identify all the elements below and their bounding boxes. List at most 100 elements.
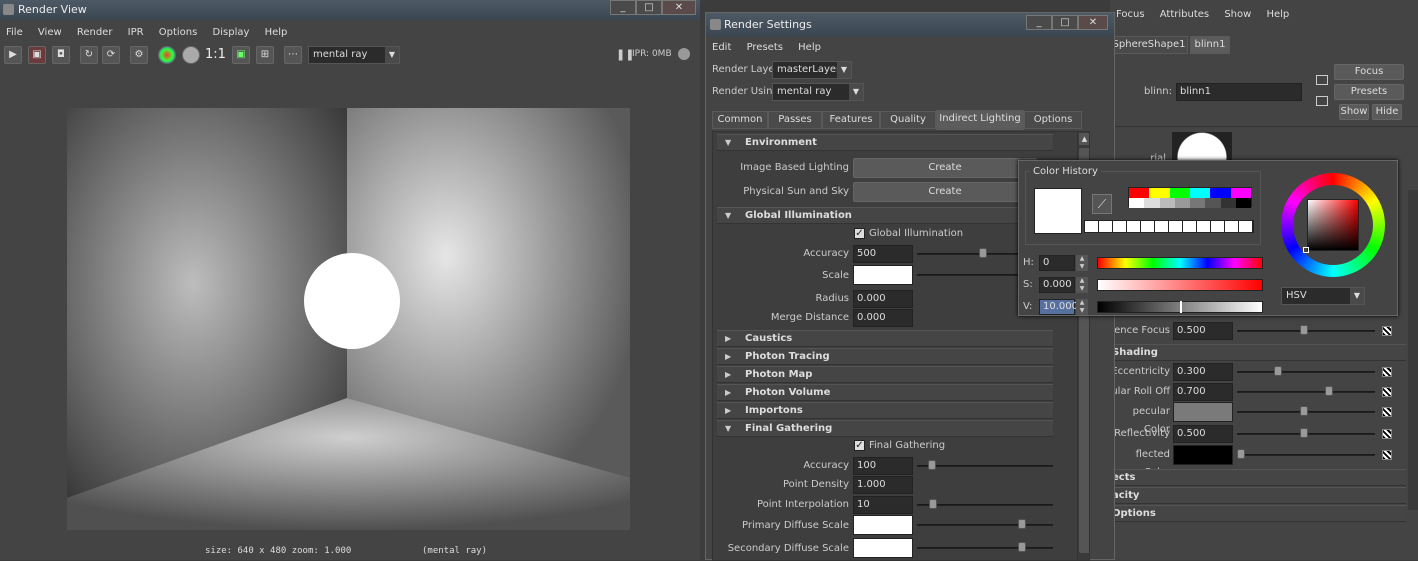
render-layer-dropdown[interactable]: masterLayer ▼ <box>772 61 852 79</box>
gi-radius-field[interactable]: 0.000 <box>853 290 913 308</box>
gi-checkbox[interactable]: ✓ <box>854 228 865 239</box>
value-slider[interactable] <box>1097 301 1263 313</box>
fg-accuracy-knob[interactable] <box>928 460 936 470</box>
specular-color-knob[interactable] <box>1300 406 1308 416</box>
gi-accuracy-knob[interactable] <box>979 248 987 258</box>
merge-distance-field[interactable]: 0.000 <box>853 309 913 327</box>
importons-header[interactable]: ▶ Importons <box>717 402 1053 419</box>
render-settings-icon[interactable]: ⚙ <box>130 46 148 64</box>
palette-gray-6[interactable] <box>1205 198 1221 208</box>
reflectivity-map-icon[interactable] <box>1382 429 1392 439</box>
ibl-create-button[interactable]: Create <box>853 158 1037 178</box>
gi-scale-swatch[interactable] <box>853 265 913 285</box>
rs-close-button[interactable]: ✕ <box>1078 15 1108 30</box>
render-using-dropdown[interactable]: mental ray ▼ <box>772 83 864 101</box>
hue-slider[interactable] <box>1097 257 1263 269</box>
fg-checkbox[interactable]: ✓ <box>854 440 865 451</box>
photon-volume-header[interactable]: ▶ Photon Volume <box>717 384 1053 401</box>
fg-accuracy-slider[interactable] <box>917 465 1053 467</box>
options-header[interactable]: Options <box>1110 505 1406 522</box>
render-view-titlebar[interactable]: Render View <box>0 0 700 20</box>
photon-map-header[interactable]: ▶ Photon Map <box>717 366 1053 383</box>
gi-accuracy-field[interactable]: 500 <box>853 245 913 263</box>
final-gathering-header[interactable]: ▼ Final Gathering <box>717 420 1053 437</box>
rs-minimize-button[interactable]: _ <box>1026 15 1052 30</box>
effects-header[interactable]: ects <box>1110 469 1406 486</box>
eyedropper-icon[interactable]: ⟋ <box>1092 194 1112 214</box>
ae-tab-blinn[interactable]: blinn1 <box>1190 36 1230 54</box>
input-connection-icon[interactable] <box>1316 75 1328 85</box>
tab-indirect-lighting[interactable]: Indirect Lighting <box>936 110 1024 130</box>
primary-diffuse-swatch[interactable] <box>853 515 913 535</box>
rs-menu-presets[interactable]: Presets <box>741 39 789 57</box>
rgb-channels-icon[interactable] <box>158 46 176 64</box>
rolloff-map-icon[interactable] <box>1382 387 1392 397</box>
render-region-icon[interactable]: ▣ <box>28 46 46 64</box>
render-viewport[interactable]: size: 640 x 480 zoom: 1.000 (mental ray) <box>2 68 698 560</box>
tab-options[interactable]: Options <box>1024 111 1082 129</box>
ratio-label[interactable]: 1:1 <box>205 46 226 64</box>
secondary-diffuse-slider[interactable] <box>917 547 1053 549</box>
v-spinner-icon[interactable]: ▲ ▼ <box>1076 299 1088 315</box>
menu-file[interactable]: File <box>0 24 29 42</box>
reflectivity-field[interactable]: 0.500 <box>1173 425 1233 443</box>
close-button[interactable]: ✕ <box>662 0 696 15</box>
secondary-diffuse-knob[interactable] <box>1018 542 1026 552</box>
ipr-render-icon[interactable]: ↻ <box>80 46 98 64</box>
menu-ipr[interactable]: IPR <box>122 24 150 42</box>
tab-quality[interactable]: Quality <box>880 111 936 129</box>
point-interpolation-slider[interactable] <box>917 504 1053 506</box>
hide-button[interactable]: Hide <box>1372 104 1402 120</box>
tab-passes[interactable]: Passes <box>768 111 822 129</box>
palette-gray-8[interactable] <box>1235 198 1251 208</box>
menu-display[interactable]: Display <box>207 24 256 42</box>
s-spinner-icon[interactable]: ▲ ▼ <box>1076 277 1088 293</box>
rolloff-slider[interactable] <box>1237 391 1375 393</box>
palette-gray-5[interactable] <box>1190 198 1206 208</box>
opacity-header[interactable]: acity <box>1110 487 1406 504</box>
palette-green[interactable] <box>1169 188 1190 198</box>
primary-diffuse-slider[interactable] <box>917 524 1053 526</box>
reflected-color-map-icon[interactable] <box>1382 450 1392 460</box>
rs-menu-help[interactable]: Help <box>792 39 827 57</box>
sun-sky-create-button[interactable]: Create <box>853 182 1037 202</box>
point-density-field[interactable]: 1.000 <box>853 476 913 494</box>
ae-menu-show[interactable]: Show <box>1218 6 1257 24</box>
ae-scrollbar[interactable] <box>1408 190 1418 510</box>
eccentricity-field[interactable]: 0.300 <box>1173 363 1233 381</box>
color-palette-grid[interactable] <box>1128 187 1252 208</box>
ae-tab-sphereshape[interactable]: SphereShape1 <box>1110 36 1188 54</box>
tab-common[interactable]: Common <box>712 111 768 129</box>
renderer-dropdown[interactable]: mental ray ▼ <box>308 46 400 64</box>
ae-menu-attributes[interactable]: Attributes <box>1154 6 1215 24</box>
focus-button[interactable]: Focus <box>1334 64 1404 80</box>
alpha-channel-icon[interactable] <box>182 46 200 64</box>
eccentricity-map-icon[interactable] <box>1382 367 1392 377</box>
value-slider-marker[interactable] <box>1180 301 1182 313</box>
specular-focus-knob[interactable] <box>1300 325 1308 335</box>
menu-view[interactable]: View <box>32 24 68 42</box>
h-spinner-icon[interactable]: ▲ ▼ <box>1076 255 1088 271</box>
point-interpolation-field[interactable]: 10 <box>853 496 913 514</box>
color-mode-dropdown[interactable]: HSV ▼ <box>1281 287 1365 305</box>
saturation-value-square[interactable] <box>1307 199 1359 251</box>
h-field[interactable]: 0 <box>1039 255 1075 271</box>
menu-options[interactable]: Options <box>153 24 204 42</box>
color-wheel[interactable] <box>1281 173 1385 277</box>
presets-button[interactable]: Presets <box>1334 84 1404 100</box>
blinn-name-field[interactable]: blinn1 <box>1176 83 1302 101</box>
environment-header[interactable]: ▼ Environment <box>717 134 1053 151</box>
rolloff-field[interactable]: 0.700 <box>1173 383 1233 401</box>
redo-render-icon[interactable]: ▶ <box>4 46 22 64</box>
minimize-button[interactable]: _ <box>610 0 636 15</box>
rs-menu-edit[interactable]: Edit <box>706 39 737 57</box>
palette-red[interactable] <box>1129 188 1150 198</box>
palette-blue[interactable] <box>1210 188 1231 198</box>
palette-magenta[interactable] <box>1230 188 1251 198</box>
eccentricity-slider[interactable] <box>1237 371 1375 373</box>
rolloff-knob[interactable] <box>1325 386 1333 396</box>
secondary-diffuse-swatch[interactable] <box>853 538 913 558</box>
maximize-button[interactable]: □ <box>636 0 662 15</box>
snapshot-icon[interactable]: ◘ <box>52 46 70 64</box>
ae-menu-help[interactable]: Help <box>1260 6 1295 24</box>
